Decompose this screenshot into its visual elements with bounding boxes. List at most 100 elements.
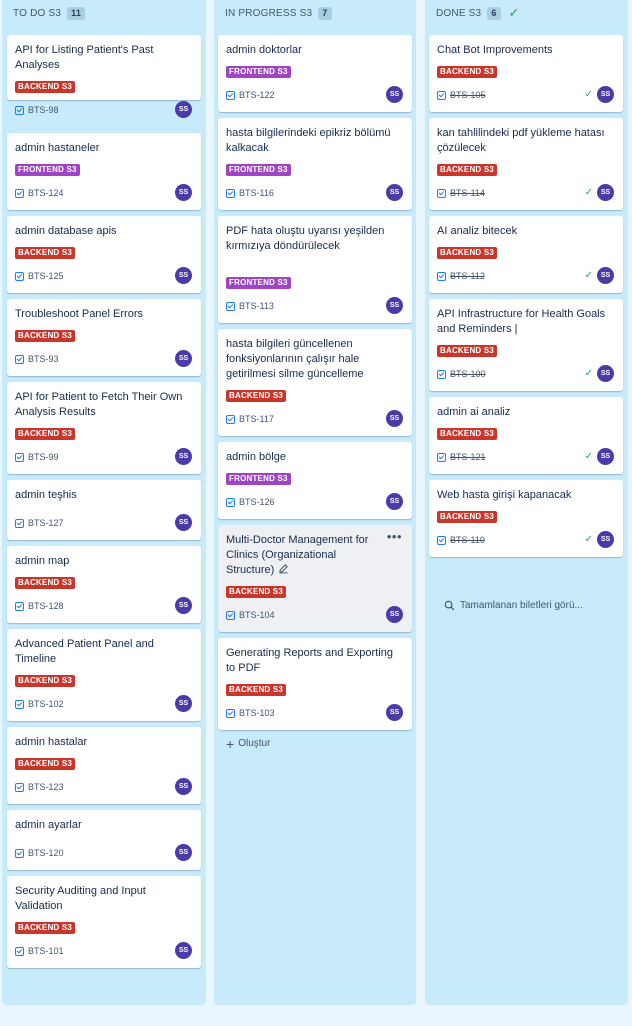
issue-card[interactable]: hasta bilgilerindeki epikriz bölümü kalk… xyxy=(218,118,412,210)
issue-card[interactable]: API for Listing Patient's Past Analyses … xyxy=(7,35,201,118)
show-completed-tickets-button[interactable]: Tamamlanan biletleri görü... xyxy=(444,600,583,611)
epic-label: FRONTEND S3 xyxy=(226,277,291,289)
assignee-avatar[interactable]: SS xyxy=(386,297,403,314)
task-type-icon xyxy=(15,699,24,709)
issue-key[interactable]: BTS-127 xyxy=(28,518,64,528)
issue-key[interactable]: BTS-123 xyxy=(28,782,64,792)
column-title: DONE S3 xyxy=(436,7,482,19)
issue-card[interactable]: admin teşhis BTS-127 SS xyxy=(7,480,201,540)
epic-label: BACKEND S3 xyxy=(437,247,498,259)
assignee-avatar[interactable]: SS xyxy=(597,86,614,103)
issue-key[interactable]: BTS-125 xyxy=(28,271,64,281)
issue-key[interactable]: BTS-104 xyxy=(239,610,275,620)
issue-card[interactable]: PDF hata oluştu uyarısı yeşilden kırmızı… xyxy=(218,216,412,323)
column-header-done[interactable]: DONE S3 6 ✓ xyxy=(425,0,628,26)
issue-card[interactable]: admin ayarlar BTS-120 SS xyxy=(7,810,201,870)
issue-card[interactable]: admin hastalar BACKEND S3 BTS-123 SS xyxy=(7,727,201,804)
epic-label: BACKEND S3 xyxy=(437,164,498,176)
issue-card[interactable]: Generating Reports and Exporting to PDF … xyxy=(218,638,412,730)
issue-key[interactable]: BTS-99 xyxy=(28,452,59,462)
issue-key[interactable]: BTS-116 xyxy=(239,188,274,198)
assignee-avatar[interactable]: SS xyxy=(386,606,403,623)
card-title: Multi-Doctor Management for Clinics (Org… xyxy=(226,533,382,578)
issue-key[interactable]: BTS-114 xyxy=(450,188,485,198)
issue-key[interactable]: BTS-112 xyxy=(450,271,485,281)
issue-meta: BTS-114 xyxy=(437,185,485,201)
issue-card[interactable]: admin map BACKEND S3 BTS-128 SS xyxy=(7,546,201,623)
assignee-avatar[interactable]: SS xyxy=(386,704,403,721)
issue-card[interactable]: AI analiz bitecek BACKEND S3 BTS-112 ✓ S… xyxy=(429,216,623,293)
assignee-avatar[interactable]: SS xyxy=(386,493,403,510)
assignee-avatar[interactable]: SS xyxy=(175,695,192,712)
card-title: admin doktorlar xyxy=(226,44,302,56)
assignee-avatar[interactable]: SS xyxy=(175,350,192,367)
issue-card[interactable]: API for Patient to Fetch Their Own Analy… xyxy=(7,382,201,474)
issue-key[interactable]: BTS-113 xyxy=(239,301,274,311)
more-actions-icon[interactable]: ••• xyxy=(387,529,402,544)
assignee-avatar[interactable]: SS xyxy=(175,448,192,465)
issue-card[interactable]: admin ai analiz BACKEND S3 BTS-121 ✓ SS xyxy=(429,397,623,474)
issue-card[interactable]: Multi-Doctor Management for Clinics (Org… xyxy=(218,525,412,632)
assignee-avatar[interactable]: SS xyxy=(175,942,192,959)
assignee-avatar[interactable]: SS xyxy=(386,410,403,427)
issue-key[interactable]: BTS-122 xyxy=(239,90,275,100)
card-title: admin map xyxy=(15,555,70,567)
assignee-avatar[interactable]: SS xyxy=(175,184,192,201)
issue-key[interactable]: BTS-101 xyxy=(28,946,64,956)
issue-key[interactable]: BTS-105 xyxy=(450,90,486,100)
assignee-avatar[interactable]: SS xyxy=(175,778,192,795)
task-type-icon xyxy=(15,354,24,364)
issue-card[interactable]: Advanced Patient Panel and Timeline BACK… xyxy=(7,629,201,721)
assignee-avatar[interactable]: SS xyxy=(175,844,192,861)
issue-card[interactable]: admin hastaneler FRONTEND S3 BTS-124 SS xyxy=(7,133,201,210)
issue-key[interactable]: BTS-103 xyxy=(239,708,275,718)
issue-card[interactable]: kan tahlilindeki pdf yükleme hatası çözü… xyxy=(429,118,623,210)
task-type-icon xyxy=(226,301,235,311)
assignee-avatar[interactable]: SS xyxy=(597,448,614,465)
issue-key[interactable]: BTS-93 xyxy=(28,354,59,364)
epic-label: FRONTEND S3 xyxy=(226,473,291,485)
issue-meta: BTS-103 xyxy=(226,705,275,721)
issue-card[interactable]: admin bölge FRONTEND S3 BTS-126 SS xyxy=(218,442,412,519)
issue-meta: BTS-122 xyxy=(226,87,275,103)
issue-card[interactable]: Web hasta girişi kapanacak BACKEND S3 BT… xyxy=(429,480,623,557)
create-issue-button[interactable]: + Oluştur xyxy=(226,737,270,751)
issue-key[interactable]: BTS-121 xyxy=(450,452,486,462)
assignee-avatar[interactable]: SS xyxy=(597,184,614,201)
assignee-avatar[interactable]: SS xyxy=(175,101,192,118)
assignee-avatar[interactable]: SS xyxy=(597,365,614,382)
assignee-avatar[interactable]: SS xyxy=(386,86,403,103)
column-header-todo[interactable]: TO DO S3 11 xyxy=(2,0,206,26)
task-type-icon xyxy=(226,708,235,718)
assignee-avatar[interactable]: SS xyxy=(597,267,614,284)
issue-key[interactable]: BTS-100 xyxy=(450,369,486,379)
issue-key[interactable]: BTS-110 xyxy=(450,535,485,545)
assignee-avatar[interactable]: SS xyxy=(597,531,614,548)
edit-icon[interactable] xyxy=(278,563,289,574)
issue-card[interactable]: admin doktorlar FRONTEND S3 BTS-122 SS xyxy=(218,35,412,112)
issue-key[interactable]: BTS-126 xyxy=(239,497,275,507)
issue-card[interactable]: Troubleshoot Panel Errors BACKEND S3 BTS… xyxy=(7,299,201,376)
assignee-avatar[interactable]: SS xyxy=(175,267,192,284)
issue-card[interactable]: hasta bilgileri güncellenen fonksiyonlar… xyxy=(218,329,412,436)
kanban-board: TO DO S3 11 API for Listing Patient's Pa… xyxy=(0,0,632,1026)
column-header-in-progress[interactable]: IN PROGRESS S3 7 xyxy=(214,0,416,26)
issue-meta: BTS-100 xyxy=(437,366,486,382)
issue-key[interactable]: BTS-102 xyxy=(28,699,64,709)
task-type-icon xyxy=(15,848,24,858)
issue-key[interactable]: BTS-128 xyxy=(28,601,64,611)
issue-key[interactable]: BTS-98 xyxy=(28,105,59,115)
assignee-avatar[interactable]: SS xyxy=(175,597,192,614)
issue-card[interactable]: Chat Bot Improvements BACKEND S3 BTS-105… xyxy=(429,35,623,112)
issue-card[interactable]: Security Auditing and Input Validation B… xyxy=(7,876,201,968)
assignee-avatar[interactable]: SS xyxy=(175,514,192,531)
issue-key[interactable]: BTS-120 xyxy=(28,848,64,858)
task-type-icon xyxy=(437,271,446,281)
task-type-icon xyxy=(226,610,235,620)
issue-card[interactable]: admin database apis BACKEND S3 BTS-125 S… xyxy=(7,216,201,293)
issue-card[interactable]: API Infrastructure for Health Goals and … xyxy=(429,299,623,391)
issue-key[interactable]: BTS-124 xyxy=(28,188,64,198)
assignee-avatar[interactable]: SS xyxy=(386,184,403,201)
card-title: AI analiz bitecek xyxy=(437,225,518,237)
issue-key[interactable]: BTS-117 xyxy=(239,414,274,424)
